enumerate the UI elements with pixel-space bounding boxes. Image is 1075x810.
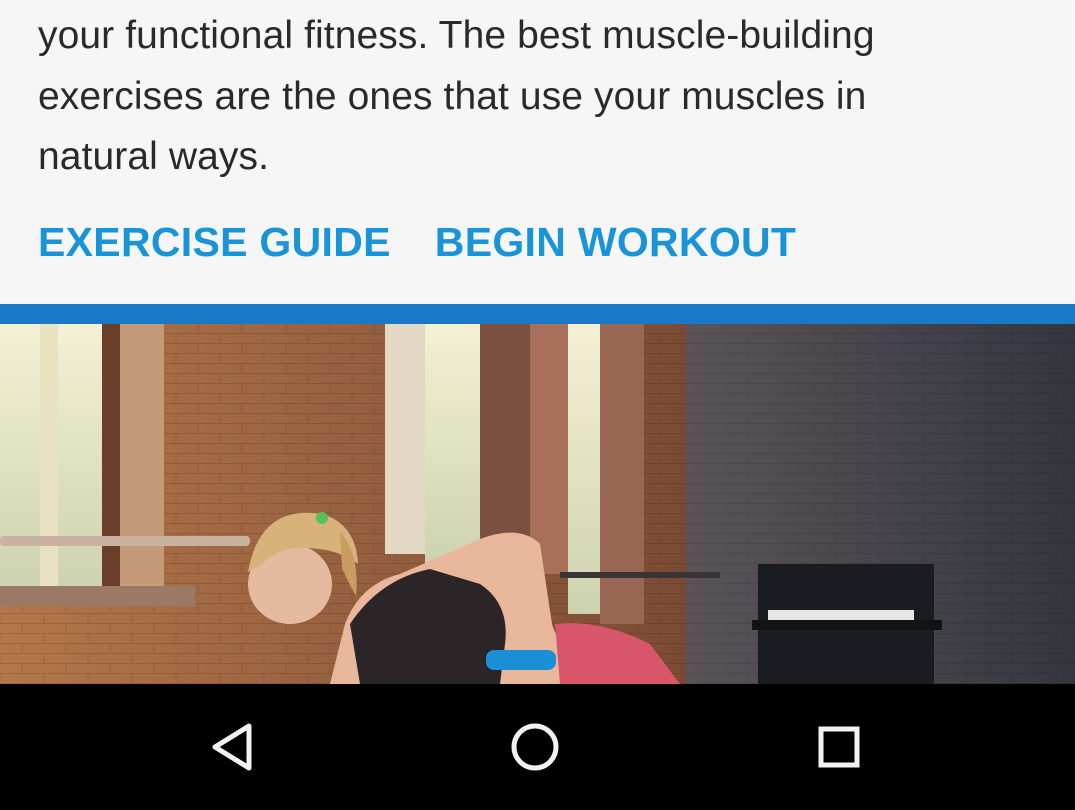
- workout-photo-illustration: [0, 324, 1075, 684]
- exercise-guide-button[interactable]: EXERCISE GUIDE: [38, 219, 391, 266]
- screen: your functional fitness. The best muscle…: [0, 0, 1075, 810]
- card-actions: EXERCISE GUIDE BEGIN WORKOUT: [38, 214, 796, 270]
- begin-workout-button[interactable]: BEGIN WORKOUT: [435, 219, 797, 266]
- home-button[interactable]: [490, 702, 580, 792]
- recents-button[interactable]: [794, 702, 884, 792]
- workout-card-text: your functional fitness. The best muscle…: [0, 0, 1075, 304]
- description-line: your functional fitness. The best muscle…: [38, 14, 875, 57]
- card-header-bar: [0, 304, 1075, 324]
- back-button[interactable]: [188, 702, 278, 792]
- description-line: exercises are the ones that use your mus…: [38, 74, 867, 118]
- workout-description: your functional fitness. The best muscle…: [38, 6, 1028, 188]
- workout-image[interactable]: [0, 324, 1075, 684]
- back-triangle-icon: [212, 723, 252, 771]
- recents-square-icon: [818, 726, 860, 768]
- navigation-bar: [0, 684, 1075, 810]
- description-line: natural ways.: [38, 135, 270, 178]
- home-circle-icon: [511, 723, 559, 771]
